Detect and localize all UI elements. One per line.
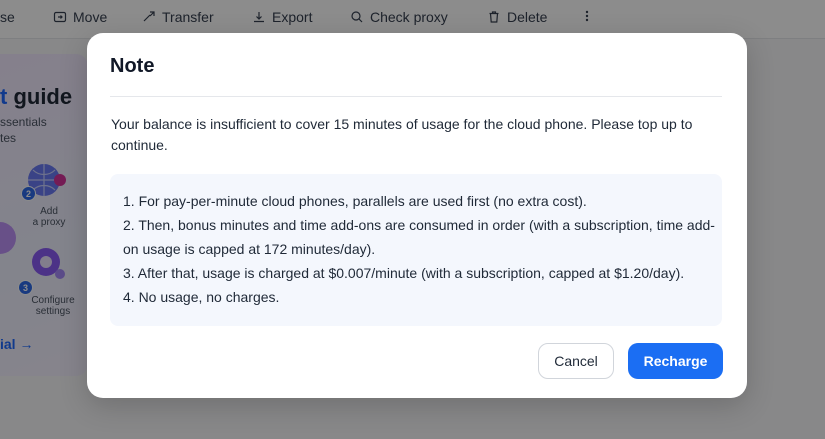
info-line: 2. Then, bonus minutes and time add-ons … <box>123 217 715 257</box>
dialog-divider <box>110 96 722 97</box>
info-line: 1. For pay-per-minute cloud phones, para… <box>123 193 587 209</box>
recharge-button[interactable]: Recharge <box>628 343 723 379</box>
billing-info-list: 1. For pay-per-minute cloud phones, para… <box>123 189 715 309</box>
note-dialog: Note Your balance is insufficient to cov… <box>87 33 747 398</box>
dialog-message: Your balance is insufficient to cover 15… <box>111 116 693 153</box>
info-line: 3. After that, usage is charged at $0.00… <box>123 265 685 281</box>
cancel-button[interactable]: Cancel <box>538 343 614 379</box>
dialog-title: Note <box>110 55 155 77</box>
info-line: 4. No usage, no charges. <box>123 289 280 305</box>
billing-info-box: 1. For pay-per-minute cloud phones, para… <box>110 174 722 326</box>
